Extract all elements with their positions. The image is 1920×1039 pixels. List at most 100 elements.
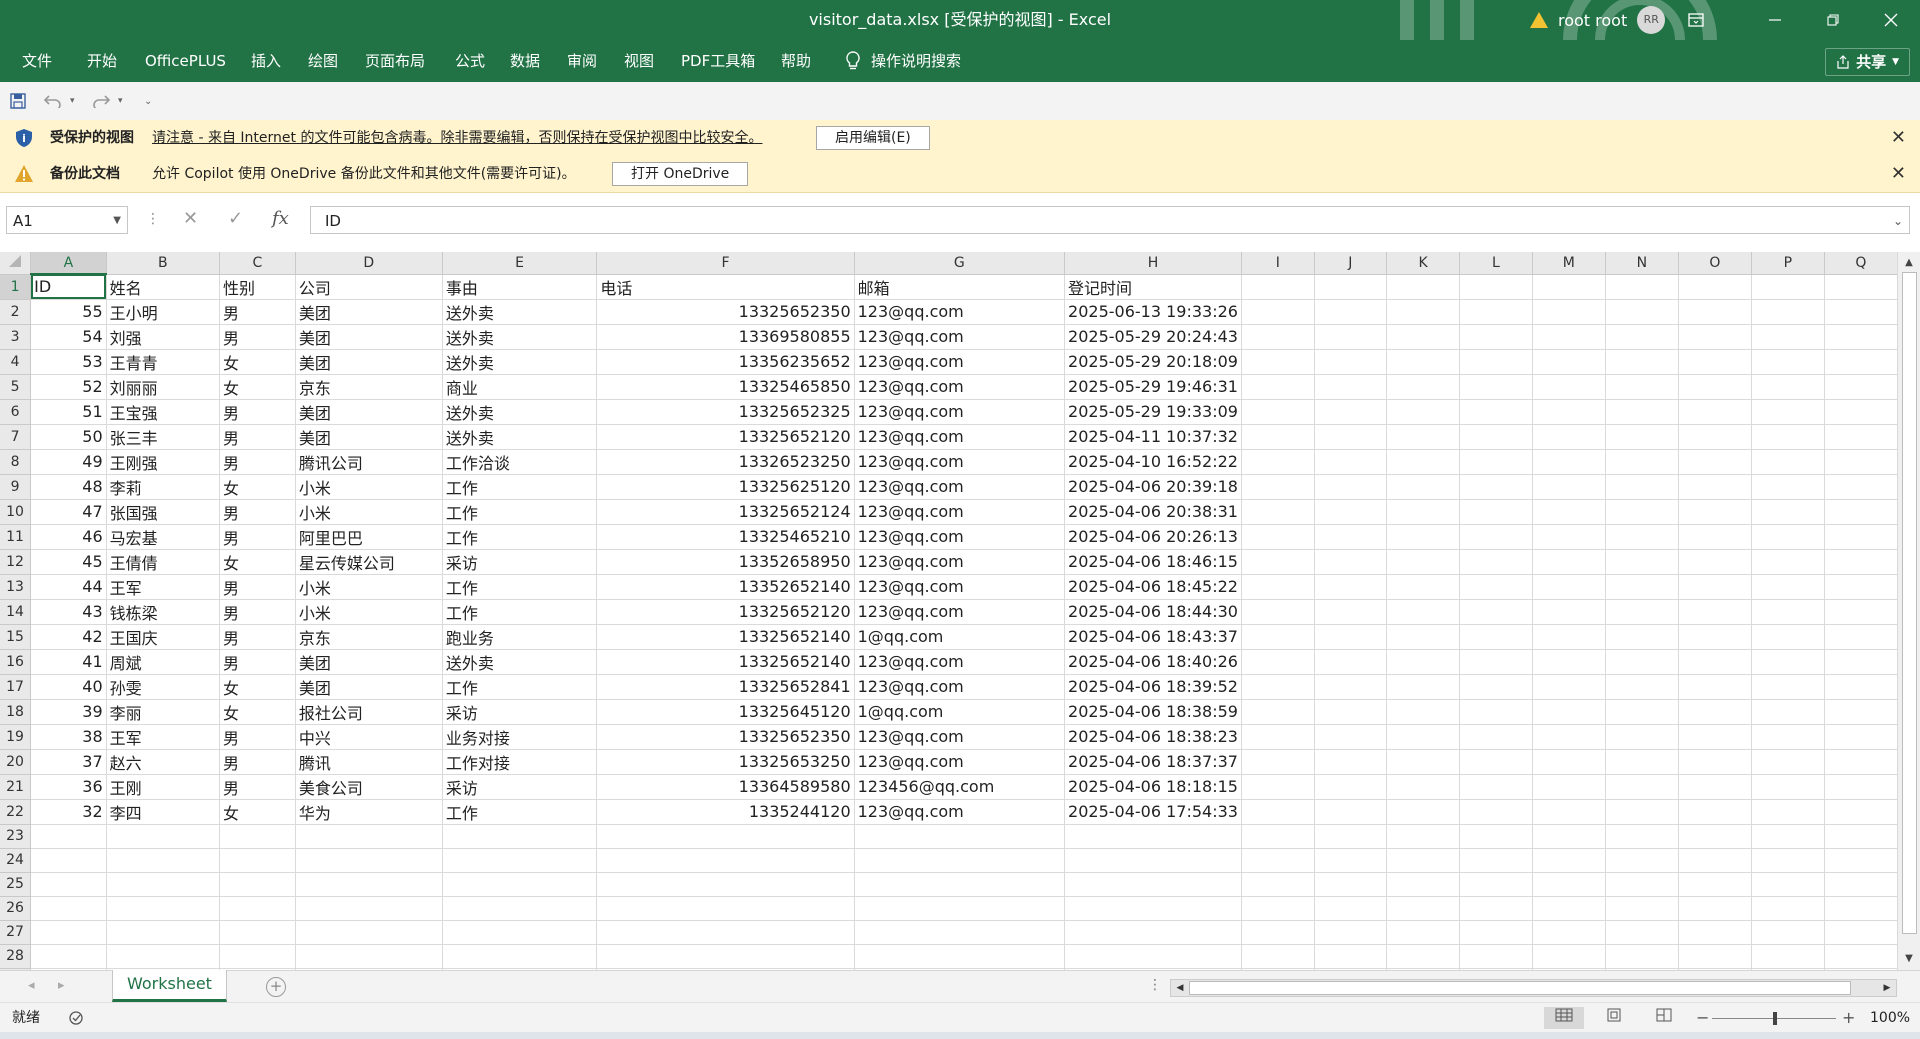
- cell[interactable]: [1241, 920, 1315, 945]
- cell[interactable]: 45: [30, 549, 107, 575]
- cell[interactable]: [1241, 549, 1315, 575]
- cell[interactable]: 李莉: [106, 474, 221, 500]
- cell[interactable]: 2025-05-29 19:46:31: [1064, 374, 1242, 400]
- cell[interactable]: [1459, 896, 1533, 921]
- cell[interactable]: [1386, 749, 1460, 775]
- cell[interactable]: [1605, 920, 1679, 945]
- cell[interactable]: 采访: [442, 774, 598, 800]
- cell[interactable]: [1241, 574, 1315, 600]
- cell[interactable]: [1459, 944, 1533, 969]
- add-sheet-icon[interactable]: +: [266, 977, 286, 997]
- cell[interactable]: [596, 944, 855, 969]
- cell[interactable]: [1314, 872, 1388, 897]
- cell[interactable]: [1678, 449, 1752, 475]
- cell[interactable]: [30, 824, 107, 849]
- row-header[interactable]: 14: [0, 599, 32, 625]
- cell[interactable]: 王倩倩: [106, 549, 221, 575]
- cell[interactable]: [1459, 324, 1533, 350]
- cell[interactable]: 男: [219, 599, 296, 625]
- cell[interactable]: 2025-04-11 10:37:32: [1064, 424, 1242, 450]
- cell[interactable]: 京东: [295, 624, 443, 650]
- cell[interactable]: [1314, 549, 1388, 575]
- cell[interactable]: 刘丽丽: [106, 374, 221, 400]
- cell[interactable]: [442, 848, 598, 873]
- cell[interactable]: [1532, 399, 1606, 425]
- share-button[interactable]: 共享 ▼: [1825, 48, 1910, 76]
- user-area[interactable]: root root RR: [1530, 0, 1666, 40]
- cell[interactable]: [30, 920, 107, 945]
- cell[interactable]: 送外卖: [442, 424, 598, 450]
- cell[interactable]: [1751, 749, 1825, 775]
- cell[interactable]: [854, 944, 1066, 969]
- cell[interactable]: [1314, 896, 1388, 921]
- cell[interactable]: [1386, 524, 1460, 550]
- row-header[interactable]: 28: [0, 944, 32, 969]
- cell[interactable]: 美团: [295, 349, 443, 375]
- scroll-up-icon[interactable]: ▲: [1898, 254, 1920, 272]
- cell[interactable]: [106, 848, 221, 873]
- cell[interactable]: 2025-04-06 20:38:31: [1064, 499, 1242, 525]
- cell[interactable]: [295, 920, 443, 945]
- cell[interactable]: [1678, 574, 1752, 600]
- cell[interactable]: [295, 872, 443, 897]
- cell[interactable]: [1751, 424, 1825, 450]
- cell[interactable]: [1314, 499, 1388, 525]
- cell[interactable]: 123@qq.com: [854, 299, 1066, 325]
- cell[interactable]: [1605, 599, 1679, 625]
- cell[interactable]: 55: [30, 299, 107, 325]
- cell[interactable]: 钱栋梁: [106, 599, 221, 625]
- cell[interactable]: 1@qq.com: [854, 624, 1066, 650]
- cell[interactable]: [1824, 799, 1898, 825]
- cell[interactable]: [1605, 848, 1679, 873]
- cell[interactable]: 2025-04-06 18:37:37: [1064, 749, 1242, 775]
- insert-function-icon[interactable]: fx: [272, 208, 289, 229]
- cell[interactable]: [1459, 699, 1533, 725]
- cell[interactable]: 男: [219, 324, 296, 350]
- cell[interactable]: 性别: [219, 274, 296, 300]
- cell[interactable]: 小米: [295, 574, 443, 600]
- cell[interactable]: [1751, 872, 1825, 897]
- cell[interactable]: [1532, 944, 1606, 969]
- cell[interactable]: [1314, 349, 1388, 375]
- cell[interactable]: 男: [219, 399, 296, 425]
- cell[interactable]: 小米: [295, 499, 443, 525]
- prev-sheet-icon[interactable]: ◂: [28, 978, 35, 993]
- cell[interactable]: 123@qq.com: [854, 424, 1066, 450]
- cell[interactable]: 123@qq.com: [854, 499, 1066, 525]
- row-header[interactable]: 13: [0, 574, 32, 600]
- cell[interactable]: [1314, 524, 1388, 550]
- row-header[interactable]: 22: [0, 799, 32, 825]
- column-header-c[interactable]: C: [219, 252, 296, 275]
- cell[interactable]: [1314, 299, 1388, 325]
- cell[interactable]: [1064, 824, 1242, 849]
- cell[interactable]: [1241, 449, 1315, 475]
- row-header[interactable]: 11: [0, 524, 32, 550]
- cell[interactable]: [1314, 324, 1388, 350]
- cell[interactable]: [1678, 424, 1752, 450]
- cell[interactable]: [596, 824, 855, 849]
- cell[interactable]: [1605, 699, 1679, 725]
- cell[interactable]: 工作: [442, 674, 598, 700]
- user-name[interactable]: root root: [1558, 11, 1627, 30]
- cell[interactable]: [442, 920, 598, 945]
- cell[interactable]: 51: [30, 399, 107, 425]
- tab-home[interactable]: 开始: [87, 40, 117, 82]
- row-header[interactable]: 27: [0, 920, 32, 945]
- cell[interactable]: [1751, 824, 1825, 849]
- cell[interactable]: [1824, 274, 1898, 300]
- cell[interactable]: [1605, 449, 1679, 475]
- accessibility-icon[interactable]: [68, 1010, 86, 1030]
- cell[interactable]: 商业: [442, 374, 598, 400]
- cell[interactable]: 公司: [295, 274, 443, 300]
- cell[interactable]: [219, 944, 296, 969]
- cell[interactable]: 13325645120: [596, 699, 855, 725]
- cell[interactable]: [1386, 824, 1460, 849]
- cell[interactable]: [1605, 824, 1679, 849]
- page-break-view-icon[interactable]: [1644, 1007, 1684, 1029]
- cell[interactable]: [1678, 649, 1752, 675]
- cell[interactable]: 张三丰: [106, 424, 221, 450]
- cell[interactable]: [1386, 599, 1460, 625]
- cell[interactable]: [1386, 799, 1460, 825]
- cell[interactable]: [1751, 674, 1825, 700]
- cell[interactable]: [1532, 449, 1606, 475]
